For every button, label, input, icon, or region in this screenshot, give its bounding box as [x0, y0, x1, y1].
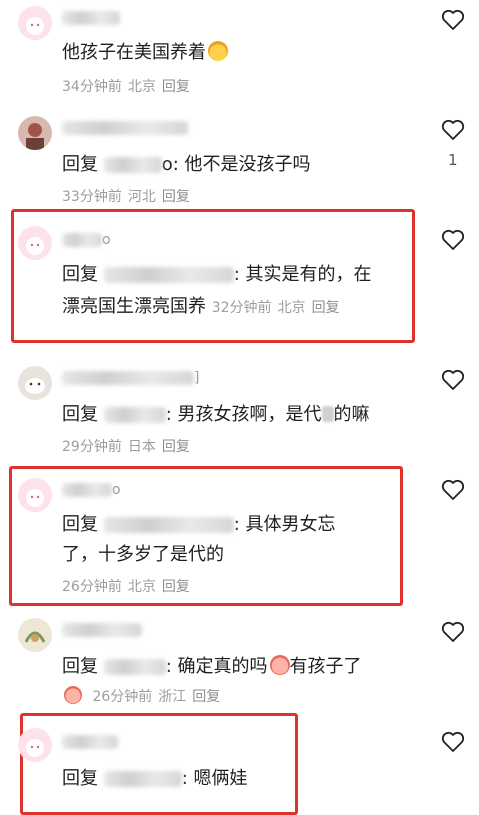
comment-meta: 26分钟前 浙江 回复: [62, 686, 226, 706]
reply-button[interactable]: 回复: [162, 579, 190, 595]
like-count: 1: [448, 151, 458, 169]
reply-button[interactable]: 回复: [162, 439, 190, 455]
avatar[interactable]: [18, 478, 52, 512]
comment-meta: 34分钟前 北京 回复: [62, 79, 190, 95]
avatar[interactable]: [18, 366, 52, 400]
heart-outline-icon[interactable]: [440, 8, 466, 32]
comment-text-cont: 漂亮国生漂亮国养 32分钟前 北京 回复: [62, 296, 340, 317]
heart-outline-icon[interactable]: [440, 368, 466, 392]
reply-button[interactable]: 回复: [162, 189, 190, 205]
avatar[interactable]: [18, 728, 52, 762]
reply-button[interactable]: 回复: [162, 79, 190, 95]
comment-text-cont: 了，十多岁了是代的: [62, 544, 224, 565]
emoji-icon: [269, 655, 290, 675]
commenter-name[interactable]: [62, 734, 118, 752]
reply-button[interactable]: 回复: [312, 300, 340, 316]
heart-outline-icon[interactable]: [440, 118, 466, 142]
commenter-name[interactable]: ]: [62, 370, 199, 388]
comment-text: 回复 : 男孩女孩啊，是代 的嘛: [62, 404, 370, 425]
comment-text: 回复 o: 他不是没孩子吗: [62, 154, 311, 175]
comment-meta: 29分钟前 日本 回复: [62, 439, 190, 455]
emoji-icon: [64, 686, 82, 704]
heart-outline-icon[interactable]: [440, 620, 466, 644]
comment-text: 回复 : 其实是有的，在: [62, 264, 372, 285]
commenter-name[interactable]: o: [62, 232, 111, 250]
emoji-icon: [208, 41, 228, 61]
avatar[interactable]: [18, 116, 52, 150]
commenter-name[interactable]: [62, 622, 142, 640]
heart-outline-icon[interactable]: [440, 478, 466, 502]
commenter-name[interactable]: [62, 10, 120, 28]
comment-text: 回复 : 具体男女忘: [62, 514, 336, 535]
avatar[interactable]: [18, 618, 52, 652]
avatar[interactable]: [18, 226, 52, 260]
comment-text: 回复 : 嗯俩娃: [62, 768, 248, 789]
commenter-name[interactable]: o: [62, 482, 121, 500]
comment-text: 他孩子在美国养着: [62, 38, 228, 64]
heart-outline-icon[interactable]: [440, 730, 466, 754]
avatar[interactable]: [18, 6, 52, 40]
commenter-name[interactable]: [62, 120, 188, 138]
heart-outline-icon[interactable]: [440, 228, 466, 252]
comment-meta: 26分钟前 北京 回复: [62, 579, 190, 595]
comment-text: 回复 : 确定真的吗 有孩子了: [62, 655, 362, 677]
censored-char: [321, 406, 334, 422]
comment-meta: 33分钟前 河北 回复: [62, 189, 190, 205]
reply-button[interactable]: 回复: [192, 689, 220, 705]
